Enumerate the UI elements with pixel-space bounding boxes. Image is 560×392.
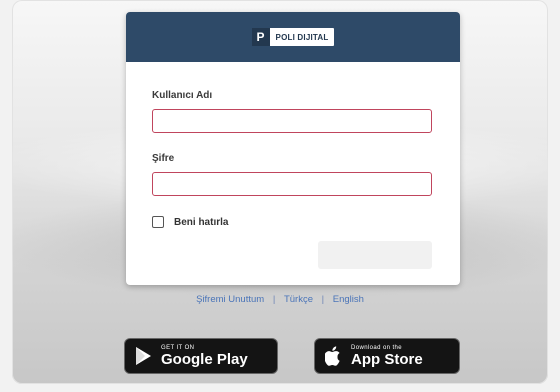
apple-icon (325, 345, 343, 367)
google-play-button[interactable]: GET IT ON Google Play (124, 338, 278, 374)
password-label: Şifre (152, 153, 175, 164)
forgot-password-link[interactable]: Şifremi Unuttum (196, 294, 264, 305)
username-label: Kullanıcı Adı (152, 90, 213, 101)
remember-me[interactable]: Beni hatırla (152, 216, 434, 228)
app-store-button[interactable]: Download on the App Store (314, 338, 460, 374)
card-header: P POLI DIJITAL (126, 12, 460, 62)
login-card: P POLI DIJITAL Kullanıcı Adı Şifre Beni … (126, 12, 460, 285)
password-input[interactable] (152, 172, 432, 196)
brand-mark-icon: P (251, 28, 270, 46)
separator: | (272, 294, 276, 305)
google-play-big-text: Google Play (161, 350, 248, 368)
footer-links: Şifremi Unuttum | Türkçe | English (0, 294, 560, 305)
brand-logo: P POLI DIJITAL (251, 28, 335, 46)
username-input[interactable] (152, 109, 432, 133)
language-turkish-link[interactable]: Türkçe (284, 294, 313, 305)
remember-label: Beni hatırla (174, 216, 229, 228)
google-play-icon (135, 346, 153, 366)
language-english-link[interactable]: English (333, 294, 364, 305)
brand-name: POLI DIJITAL (275, 32, 329, 42)
separator: | (321, 294, 325, 305)
app-store-big-text: App Store (351, 350, 423, 368)
login-form: Kullanıcı Adı Şifre Beni hatırla (126, 62, 460, 228)
login-button[interactable] (318, 241, 432, 269)
remember-checkbox[interactable] (152, 216, 164, 228)
